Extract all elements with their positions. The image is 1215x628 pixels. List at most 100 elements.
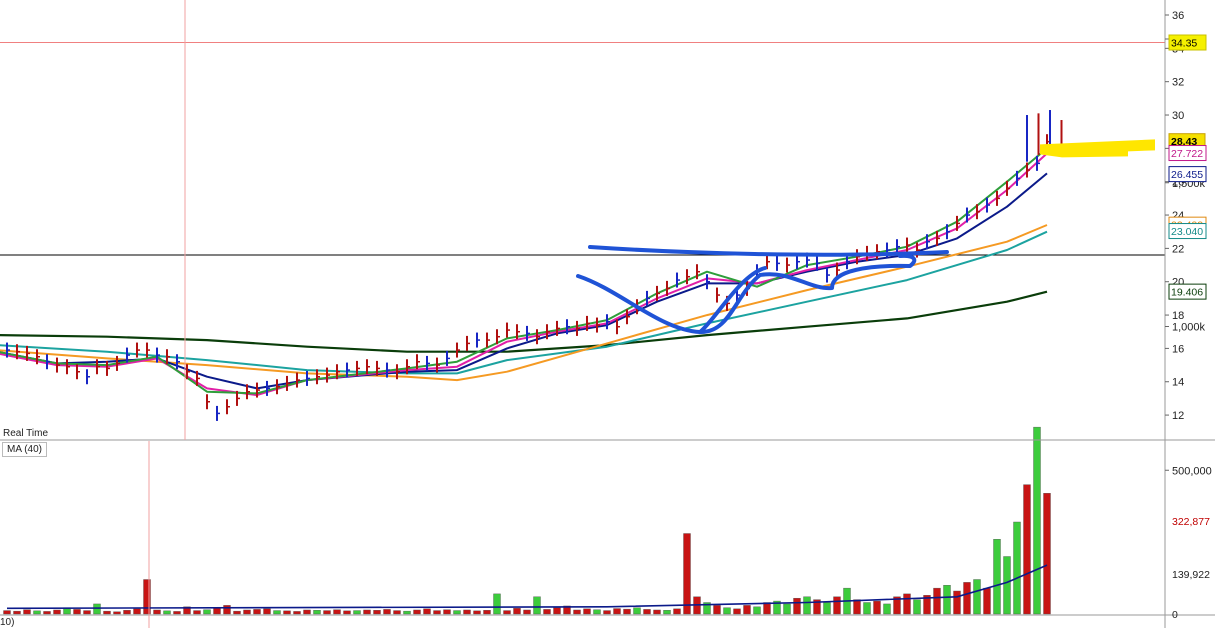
volume-bar: [783, 603, 791, 615]
volume-bar: [123, 610, 131, 615]
volume-bar: [363, 609, 371, 615]
volume-bar: [543, 609, 551, 615]
volume-bar: [393, 610, 401, 615]
volume-bar: [313, 610, 321, 615]
price-label-text: 26.455: [1171, 169, 1203, 181]
volume-bar: [353, 610, 361, 615]
price-bar: [116, 355, 120, 371]
volume-bar: [763, 602, 771, 615]
volume-bar: [333, 609, 341, 615]
volume-bar: [483, 610, 491, 615]
volume-bar: [293, 611, 301, 615]
price-bar: [876, 244, 880, 260]
volume-bar: [983, 587, 991, 615]
volume-bar: [263, 608, 271, 615]
volume-tick-label: 1,000k: [1172, 322, 1206, 334]
price-bar: [606, 314, 610, 330]
volume-bar: [33, 610, 41, 615]
volume-bar: [593, 609, 601, 615]
volume-bar: [823, 602, 831, 615]
price-bar: [86, 369, 90, 385]
volume-bar: [663, 610, 671, 615]
volume-bar: [613, 608, 621, 615]
volume-bar: [653, 609, 661, 615]
price-bar: [266, 380, 270, 396]
real-time-label: Real Time: [3, 428, 49, 439]
volume-bar: [583, 608, 591, 615]
volume-bar: [233, 610, 241, 615]
axes: 12141618202224262830323436500,0001,000k1…: [0, 0, 1215, 628]
volume-bar: [673, 608, 681, 615]
volume-bar: [1023, 484, 1031, 615]
price-label-text: 27.722: [1171, 148, 1203, 160]
price-bar: [676, 272, 680, 288]
volume-bar: [303, 609, 311, 615]
volume-bar: [423, 608, 431, 615]
volume-bar: [803, 596, 811, 615]
y-tick-label: 30: [1172, 110, 1184, 122]
volume-ma-line: [6, 564, 1048, 610]
volume-bar: [553, 607, 561, 615]
volume-bar: [883, 603, 891, 615]
volume-bar: [933, 587, 941, 615]
price-pane: [0, 42, 1165, 421]
volume-bar: [403, 610, 411, 615]
volume-bar: [493, 593, 501, 615]
price-bar: [786, 257, 790, 273]
price-label-text: 34.35: [1171, 38, 1197, 50]
volume-bar: [13, 610, 21, 615]
volume-bar: [723, 607, 731, 615]
price-bar: [206, 394, 210, 410]
price-bar: [706, 274, 710, 290]
y-tick-label: 16: [1172, 343, 1184, 355]
price-bar: [766, 254, 770, 270]
volume-bar: [973, 579, 981, 615]
price-bar: [716, 287, 720, 303]
volume-ma-legend[interactable]: MA (40): [2, 442, 48, 457]
volume-bar: [443, 609, 451, 615]
volume-bar: [683, 533, 691, 615]
volume-bar: [133, 608, 141, 615]
volume-bar: [273, 610, 281, 615]
volume-bar: [153, 609, 161, 615]
volume-bar: [383, 609, 391, 615]
volume-bar: [73, 609, 81, 615]
volume-bar: [573, 609, 581, 615]
volume-bar: [1033, 426, 1041, 615]
volume-label-2: 0: [1172, 609, 1178, 621]
volume-bar: [53, 609, 61, 615]
y-tick-label: 14: [1172, 377, 1184, 389]
volume-bar: [463, 609, 471, 615]
volume-bar: [173, 611, 181, 615]
volume-bar: [963, 582, 971, 615]
volume-bar: [753, 606, 761, 615]
price-bar: [576, 320, 580, 336]
volume-bar: [953, 590, 961, 615]
price-bar: [956, 215, 960, 231]
volume-bar: [323, 610, 331, 615]
volume-bar: [793, 597, 801, 615]
price-bar: [696, 264, 700, 280]
price-bar: [996, 190, 1000, 206]
volume-bar: [733, 608, 741, 615]
price-bar: [486, 332, 490, 348]
volume-bar: [853, 599, 861, 615]
volume-label-0: 322,877: [1172, 516, 1210, 528]
volume-bar: [213, 608, 221, 615]
volume-bar: [343, 610, 351, 615]
volume-bar: [243, 609, 251, 615]
price-bar: [776, 255, 780, 271]
volume-tick-label: 500,000: [1172, 465, 1212, 477]
volume-bar: [193, 610, 201, 615]
chart: 12141618202224262830323436500,0001,000k1…: [0, 0, 1215, 628]
volume-bar: [1003, 556, 1011, 615]
price-label-6: 19.406: [1168, 283, 1207, 300]
volume-bar: [523, 609, 531, 615]
volume-bar: [633, 607, 641, 615]
volume-bar: [1013, 521, 1021, 615]
price-bar: [1006, 180, 1010, 196]
price-bar: [216, 405, 220, 421]
price-label-text: 19.406: [1171, 287, 1203, 299]
price-bar: [226, 399, 230, 415]
price-label-2: 27.722: [1168, 145, 1207, 162]
